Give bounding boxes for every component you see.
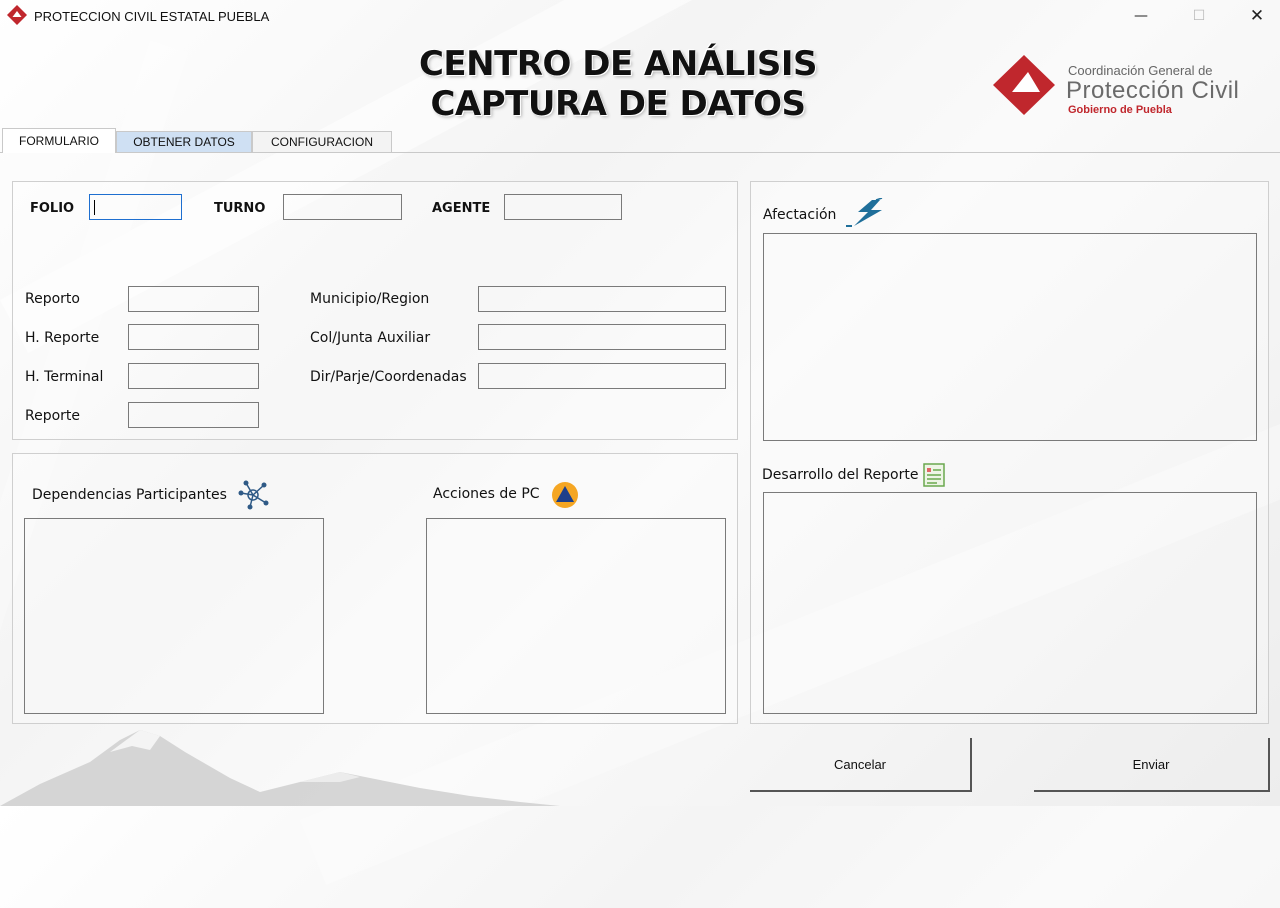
protection-civil-logo-icon	[993, 55, 1055, 115]
civil-defense-icon	[552, 482, 578, 508]
logo-line2: Protección Civil	[1066, 77, 1240, 104]
dependencias-label: Dependencias Participantes	[32, 487, 227, 503]
reporto-input[interactable]	[128, 286, 259, 312]
minimize-button[interactable]: —	[1118, 0, 1164, 32]
dir-coordenadas-input[interactable]	[478, 363, 726, 389]
h-terminal-input[interactable]	[128, 363, 259, 389]
col-junta-label: Col/Junta Auxiliar	[310, 330, 431, 346]
cancel-button[interactable]: Cancelar	[750, 738, 972, 792]
reporte-input[interactable]	[128, 402, 259, 428]
municipio-input[interactable]	[478, 286, 726, 312]
h-reporte-label: H. Reporte	[25, 330, 100, 346]
folio-label: FOLIO	[30, 201, 75, 216]
desarrollo-label: Desarrollo del Reporte	[762, 467, 919, 483]
dir-coordenadas-label: Dir/Parje/Coordenadas	[310, 369, 467, 385]
page-title: CENTRO DE ANÁLISIS CAPTURA DE DATOS	[400, 44, 836, 124]
network-icon	[238, 480, 269, 510]
col-junta-input[interactable]	[478, 324, 726, 350]
app-logo-icon	[7, 5, 27, 25]
h-reporte-input[interactable]	[128, 324, 259, 350]
agente-input[interactable]	[504, 194, 622, 220]
afectacion-textarea[interactable]	[763, 233, 1257, 441]
lightning-icon	[846, 198, 883, 227]
page-title-line1: CENTRO DE ANÁLISIS	[418, 44, 818, 84]
tab-configuracion[interactable]: CONFIGURACION	[252, 131, 392, 152]
acciones-textarea[interactable]	[426, 518, 726, 714]
send-button[interactable]: Enviar	[1034, 738, 1270, 792]
close-button[interactable]: ✕	[1234, 0, 1280, 32]
page-title-line2: CAPTURA DE DATOS	[430, 84, 806, 124]
logo-line3: Gobierno de Puebla	[1068, 104, 1172, 116]
tab-obtener-datos[interactable]: OBTENER DATOS	[116, 131, 252, 152]
title-bar: PROTECCION CIVIL ESTATAL PUEBLA — ☐ ✕	[0, 0, 1280, 34]
folio-input[interactable]	[89, 194, 182, 220]
afectacion-label: Afectación	[763, 207, 837, 223]
report-document-icon	[923, 463, 945, 487]
mountain-decoration	[0, 730, 560, 806]
maximize-button[interactable]: ☐	[1176, 0, 1222, 32]
desarrollo-textarea[interactable]	[763, 492, 1257, 714]
turno-input[interactable]	[283, 194, 402, 220]
turno-label: TURNO	[214, 201, 266, 216]
reporto-label: Reporto	[25, 291, 80, 307]
tab-strip-line	[0, 152, 1280, 153]
tab-formulario[interactable]: FORMULARIO	[2, 128, 116, 153]
acciones-label: Acciones de PC	[433, 486, 540, 502]
h-terminal-label: H. Terminal	[25, 369, 104, 385]
logo-line1: Coordinación General de	[1068, 63, 1213, 78]
dependencias-textarea[interactable]	[24, 518, 324, 714]
window-title: PROTECCION CIVIL ESTATAL PUEBLA	[34, 9, 270, 24]
municipio-label: Municipio/Region	[310, 291, 430, 307]
agente-label: AGENTE	[432, 201, 491, 216]
reporte-label: Reporte	[25, 408, 81, 424]
